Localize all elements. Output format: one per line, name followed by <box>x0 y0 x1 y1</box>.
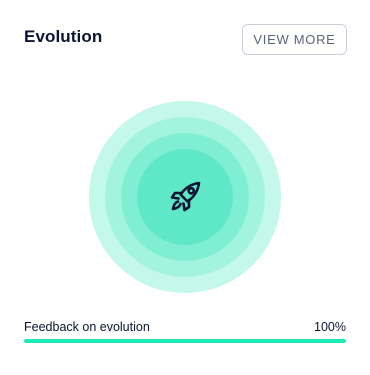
evolution-card: Evolution VIEW MORE Feedback on evolutio… <box>0 0 370 375</box>
progress-track <box>24 339 346 343</box>
card-header: Evolution VIEW MORE <box>24 24 347 56</box>
progress-value: 100% <box>314 320 346 334</box>
evolution-illustration <box>89 101 281 293</box>
progress-row: Feedback on evolution 100% <box>24 320 346 340</box>
card-title: Evolution <box>24 27 103 46</box>
progress-fill <box>24 339 346 343</box>
progress-label: Feedback on evolution <box>24 320 150 334</box>
rocket-icon <box>170 181 201 212</box>
view-more-button[interactable]: VIEW MORE <box>242 24 347 55</box>
